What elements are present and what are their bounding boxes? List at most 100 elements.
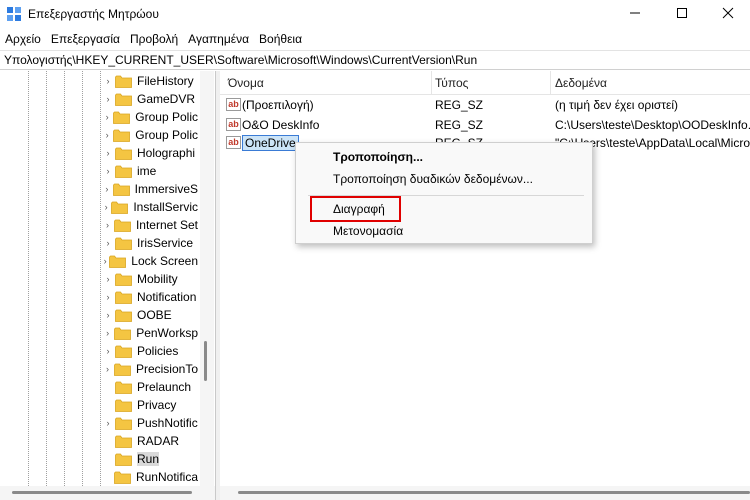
- tree-item-label: PenWorksp: [136, 326, 198, 340]
- tree-item[interactable]: › Holographi: [103, 144, 198, 162]
- folder-icon: [113, 111, 131, 124]
- minimize-icon: [629, 7, 641, 22]
- chevron-right-icon[interactable]: ›: [103, 256, 107, 266]
- tree-guide-line: [64, 71, 65, 486]
- tree-item-label: Run: [137, 452, 160, 466]
- value-row-oo-deskinfo[interactable]: ab O&O DeskInfo REG_SZ C:\Users\teste\De…: [220, 116, 750, 134]
- close-button[interactable]: [705, 0, 750, 28]
- chevron-right-icon[interactable]: ›: [103, 274, 113, 284]
- chevron-right-icon[interactable]: ›: [103, 166, 113, 176]
- address-bar[interactable]: Υπολογιστής\HKEY_CURRENT_USER\Software\M…: [0, 50, 750, 70]
- chevron-right-icon[interactable]: ›: [103, 328, 112, 338]
- tree-item-label: Privacy: [137, 398, 177, 412]
- tree-item[interactable]: › PushNotific: [103, 414, 198, 432]
- maximize-button[interactable]: [659, 0, 705, 28]
- folder-icon: [115, 147, 132, 160]
- chevron-right-icon[interactable]: ›: [103, 292, 113, 302]
- tree-item[interactable]: › Internet Set: [103, 216, 198, 234]
- chevron-right-icon[interactable]: ›: [103, 202, 109, 212]
- tree-item[interactable]: › Mobility: [103, 270, 198, 288]
- column-name-header[interactable]: Όνομα: [220, 71, 432, 95]
- minimize-button[interactable]: [612, 0, 658, 28]
- tree-horizontal-scroll-thumb[interactable]: [12, 491, 192, 494]
- tree-horizontal-scrollbar[interactable]: [0, 486, 215, 500]
- delete-highlight-box: [310, 196, 401, 222]
- tree-vertical-scrollbar[interactable]: [200, 71, 214, 486]
- tree-item-label: PrecisionTo: [135, 362, 198, 376]
- folder-icon: [115, 435, 132, 448]
- menu-favorites[interactable]: Αγαπημένα: [183, 30, 254, 48]
- chevron-right-icon[interactable]: ›: [103, 310, 113, 320]
- chevron-right-icon[interactable]: ›: [103, 238, 113, 248]
- folder-icon: [114, 327, 132, 340]
- folder-icon: [115, 93, 132, 106]
- menu-view[interactable]: Προβολή: [125, 30, 183, 48]
- tree-item[interactable]: › Notification: [103, 288, 198, 306]
- tree-item-label: InstallServic: [133, 200, 198, 214]
- list-horizontal-scroll-thumb[interactable]: [238, 491, 750, 494]
- folder-icon: [112, 183, 130, 196]
- tree-guide-line: [100, 71, 101, 486]
- folder-icon: [114, 471, 131, 484]
- tree-item[interactable]: › FileHistory: [103, 72, 198, 90]
- value-row-default[interactable]: ab (Προεπιλογή) REG_SZ (η τιμή δεν έχει …: [220, 96, 750, 114]
- context-modify[interactable]: Τροποποίηση...: [296, 146, 594, 168]
- tree-item[interactable]: › PrecisionTo: [103, 360, 198, 378]
- tree-item[interactable]: Prelaunch: [103, 378, 198, 396]
- chevron-right-icon[interactable]: ›: [103, 130, 111, 140]
- menu-help[interactable]: Βοήθεια: [254, 30, 307, 48]
- folder-icon: [114, 363, 131, 376]
- tree-item-label: Notification: [137, 290, 197, 304]
- folder-icon: [115, 237, 132, 250]
- chevron-right-icon[interactable]: ›: [103, 76, 113, 86]
- tree-item[interactable]: › IrisService: [103, 234, 198, 252]
- tree-item[interactable]: › OOBE: [103, 306, 198, 324]
- tree-item-label: Group Polic: [135, 110, 198, 124]
- column-data-header[interactable]: Δεδομένα: [547, 71, 750, 95]
- selected-value-name: OneDrive: [242, 135, 299, 151]
- tree-item-label: RADAR: [137, 434, 180, 448]
- tree-item[interactable]: › ime: [103, 162, 198, 180]
- chevron-right-icon[interactable]: ›: [103, 364, 112, 374]
- value-name: (Προεπιλογή): [242, 98, 314, 112]
- title-bar: Επεξεργαστής Μητρώου: [0, 0, 750, 28]
- tree-item[interactable]: Run: [103, 450, 198, 468]
- context-rename[interactable]: Μετονομασία: [296, 220, 594, 242]
- value-type: REG_SZ: [435, 98, 484, 112]
- chevron-right-icon[interactable]: ›: [103, 220, 112, 230]
- chevron-right-icon[interactable]: ›: [103, 346, 113, 356]
- folder-icon: [114, 219, 131, 232]
- tree-item[interactable]: RunNotifica: [103, 468, 198, 486]
- context-modify-binary[interactable]: Τροποποίηση δυαδικών δεδομένων...: [296, 168, 594, 190]
- string-value-icon: ab: [226, 98, 241, 111]
- value-type: REG_SZ: [435, 118, 484, 132]
- chevron-right-icon[interactable]: ›: [103, 418, 113, 428]
- maximize-icon: [676, 7, 688, 22]
- tree-vertical-scroll-thumb[interactable]: [204, 341, 207, 381]
- chevron-right-icon[interactable]: ›: [103, 148, 113, 158]
- tree-item[interactable]: › Group Polic: [103, 108, 198, 126]
- column-type-header[interactable]: Τύπος: [427, 71, 551, 95]
- tree-item[interactable]: › Group Polic: [103, 126, 198, 144]
- tree-item[interactable]: RADAR: [103, 432, 198, 450]
- chevron-right-icon[interactable]: ›: [103, 184, 111, 194]
- key-tree[interactable]: › FileHistory › GameDVR › Group Polic › Group P…: [0, 71, 216, 500]
- tree-item[interactable]: › InstallServic: [103, 198, 198, 216]
- value-data: C:\Users\teste\Desktop\OODeskInfo.: [555, 118, 750, 132]
- tree-item-label: Holographi: [137, 146, 196, 160]
- list-horizontal-scrollbar[interactable]: [220, 486, 750, 500]
- menu-file[interactable]: Αρχείο: [0, 30, 46, 48]
- window-title: Επεξεργαστής Μητρώου: [28, 7, 159, 21]
- tree-item[interactable]: › Policies: [103, 342, 198, 360]
- chevron-right-icon[interactable]: ›: [103, 94, 113, 104]
- value-list[interactable]: Όνομα Τύπος Δεδομένα ab (Προεπιλογή) REG…: [220, 71, 750, 500]
- tree-item-label: Policies: [137, 344, 179, 358]
- tree-item[interactable]: Privacy: [103, 396, 198, 414]
- chevron-right-icon[interactable]: ›: [103, 112, 111, 122]
- tree-item[interactable]: › Lock Screen: [103, 252, 198, 270]
- folder-icon: [115, 291, 132, 304]
- menu-edit[interactable]: Επεξεργασία: [46, 30, 125, 48]
- tree-item[interactable]: › GameDVR: [103, 90, 198, 108]
- tree-item[interactable]: › PenWorksp: [103, 324, 198, 342]
- tree-item[interactable]: › ImmersiveS: [103, 180, 198, 198]
